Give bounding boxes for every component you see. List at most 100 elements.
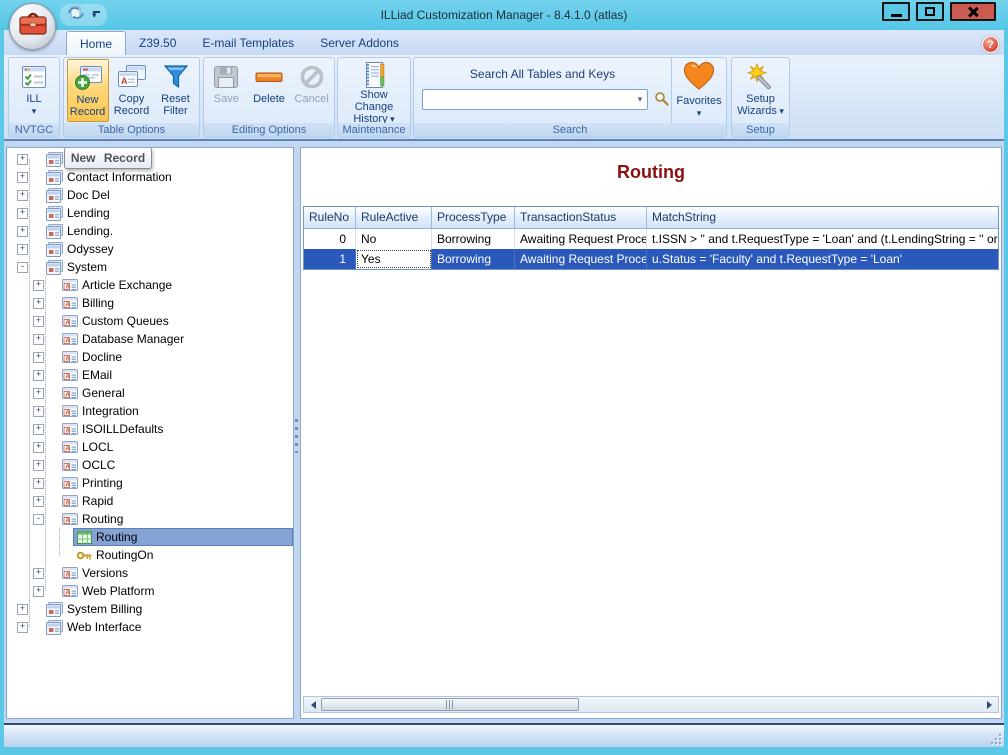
table-cell[interactable]: 1 bbox=[304, 249, 356, 269]
tree-item-body[interactable]: Lending bbox=[43, 204, 293, 222]
new-record-button[interactable]: New Record bbox=[67, 59, 109, 122]
expand-toggle[interactable]: + bbox=[17, 622, 28, 633]
table-cell[interactable]: Borrowing bbox=[432, 229, 515, 249]
tree-item-body[interactable]: AIntegration bbox=[59, 402, 293, 420]
close-button[interactable] bbox=[950, 2, 996, 21]
tree-item-docline[interactable]: +ADocline bbox=[7, 348, 293, 366]
delete-button[interactable]: Delete bbox=[249, 59, 290, 122]
tree-item-isoilldefaults[interactable]: +AISOILLDefaults bbox=[7, 420, 293, 438]
tree-item-versions[interactable]: + AVersions bbox=[7, 564, 293, 582]
tree-item-body[interactable]: ACustom Queues bbox=[59, 312, 293, 330]
customize-qat-dropdown-icon[interactable] bbox=[92, 10, 101, 20]
tree-item-body[interactable]: RoutingOn bbox=[73, 546, 293, 564]
table-cell[interactable]: t.ISSN > '' and t.RequestType = 'Loan' a… bbox=[647, 229, 999, 249]
table-row[interactable]: 0NoBorrowingAwaiting Request Processingt… bbox=[304, 229, 999, 249]
tree-item-body[interactable]: Routing bbox=[73, 528, 293, 546]
tree-item-body[interactable]: ABilling bbox=[59, 294, 293, 312]
sync-icon[interactable] bbox=[66, 5, 86, 26]
collapse-toggle[interactable]: - bbox=[17, 262, 28, 273]
scroll-right-button[interactable] bbox=[982, 697, 998, 712]
tree-item-odyssey[interactable]: + Odyssey bbox=[7, 240, 293, 258]
expand-toggle[interactable]: + bbox=[17, 604, 28, 615]
tree-item-body[interactable]: AEMail bbox=[59, 366, 293, 384]
column-header-processtype[interactable]: ProcessType bbox=[432, 207, 515, 228]
show-change-history-button[interactable]: Show Change History bbox=[340, 59, 408, 122]
tree-item-contact-information[interactable]: + Contact Information bbox=[7, 168, 293, 186]
tree-item-body[interactable]: AISOILLDefaults bbox=[59, 420, 293, 438]
help-button[interactable]: ? bbox=[982, 36, 999, 53]
tree-item-lending[interactable]: +Lending bbox=[7, 204, 293, 222]
tree-item-article-exchange[interactable]: + AArticle Exchange bbox=[7, 276, 293, 294]
tree-item-web-platform[interactable]: +AWeb Platform bbox=[7, 582, 293, 600]
resize-grip[interactable] bbox=[988, 731, 1001, 744]
tree-item-body[interactable]: ADocline bbox=[59, 348, 293, 366]
tree-item-body[interactable]: ARapid bbox=[59, 492, 293, 510]
expand-toggle[interactable]: + bbox=[33, 478, 44, 489]
tree-item-body[interactable]: Web Interface bbox=[43, 618, 293, 636]
copy-record-button[interactable]: A Copy Record bbox=[111, 59, 153, 122]
tree-item-body[interactable]: Doc Del bbox=[43, 186, 293, 204]
column-header-ruleno[interactable]: RuleNo bbox=[304, 207, 356, 228]
table-cell[interactable]: u.Status = 'Faculty' and t.RequestType =… bbox=[647, 249, 999, 269]
tree-item-billing[interactable]: + ABilling bbox=[7, 294, 293, 312]
tree-item-body[interactable]: APrinting bbox=[59, 474, 293, 492]
column-header-matchstring[interactable]: MatchString bbox=[647, 207, 999, 228]
tree-item-rapid[interactable]: +ARapid bbox=[7, 492, 293, 510]
column-header-ruleactive[interactable]: RuleActive bbox=[356, 207, 432, 228]
table-cell[interactable]: Awaiting Request Processing bbox=[515, 229, 647, 249]
tree-item-general[interactable]: +AGeneral bbox=[7, 384, 293, 402]
expand-toggle[interactable]: + bbox=[17, 172, 28, 183]
expand-toggle[interactable]: + bbox=[33, 334, 44, 345]
expand-toggle[interactable]: + bbox=[33, 298, 44, 309]
panel-splitter[interactable] bbox=[293, 141, 300, 723]
tree-item-body[interactable]: ARouting bbox=[59, 510, 293, 528]
tree-item-lending[interactable]: + Lending. bbox=[7, 222, 293, 240]
tree-item-body[interactable]: AVersions bbox=[59, 564, 293, 582]
expand-toggle[interactable]: + bbox=[33, 568, 44, 579]
save-button[interactable]: Save bbox=[206, 59, 247, 122]
expand-toggle[interactable]: + bbox=[33, 460, 44, 471]
expand-toggle[interactable]: + bbox=[17, 154, 28, 165]
table-cell[interactable]: Borrowing bbox=[432, 249, 515, 269]
tree-item-routing[interactable]: Routing bbox=[7, 528, 293, 546]
search-input[interactable] bbox=[423, 91, 633, 108]
tree-item-body[interactable]: ADatabase Manager bbox=[59, 330, 293, 348]
expand-toggle[interactable]: + bbox=[17, 190, 28, 201]
cancel-button[interactable]: Cancel bbox=[291, 59, 332, 122]
favorites-button[interactable]: Favorites bbox=[671, 58, 726, 123]
expand-toggle[interactable]: + bbox=[33, 370, 44, 381]
tree-item-routing[interactable]: -ARouting bbox=[7, 510, 293, 528]
tree-item-oclc[interactable]: +AOCLC bbox=[7, 456, 293, 474]
tree-item-body[interactable]: Lending. bbox=[43, 222, 293, 240]
application-menu-button[interactable] bbox=[9, 3, 56, 50]
expand-toggle[interactable]: + bbox=[17, 244, 28, 255]
tree-item-body[interactable]: System Billing bbox=[43, 600, 293, 618]
tree-item-body[interactable]: Contact Information bbox=[43, 168, 293, 186]
tree-item-web-interface[interactable]: + Web Interface bbox=[7, 618, 293, 636]
expand-toggle[interactable]: + bbox=[33, 442, 44, 453]
tree-item-system-billing[interactable]: + System Billing bbox=[7, 600, 293, 618]
search-icon[interactable] bbox=[654, 91, 669, 111]
tree-item-locl[interactable]: +ALOCL bbox=[7, 438, 293, 456]
tree-item-integration[interactable]: + AIntegration bbox=[7, 402, 293, 420]
tree-item-routingon[interactable]: RoutingOn bbox=[7, 546, 293, 564]
tab-email-templates[interactable]: E-mail Templates bbox=[189, 31, 307, 55]
horizontal-scrollbar[interactable] bbox=[303, 696, 999, 713]
column-header-transactionstatus[interactable]: TransactionStatus bbox=[515, 207, 647, 228]
reset-filter-button[interactable]: Reset Filter bbox=[155, 59, 197, 122]
expand-toggle[interactable]: + bbox=[33, 280, 44, 291]
tab-z3950[interactable]: Z39.50 bbox=[126, 31, 189, 55]
tree-item-body[interactable]: AArticle Exchange bbox=[59, 276, 293, 294]
tree-item-body[interactable]: AWeb Platform bbox=[59, 582, 293, 600]
expand-toggle[interactable]: + bbox=[33, 406, 44, 417]
tree-item-body[interactable]: System bbox=[43, 258, 293, 276]
maximize-button[interactable] bbox=[916, 2, 944, 21]
tree-item-email[interactable]: + AEMail bbox=[7, 366, 293, 384]
ill-button[interactable]: ILL bbox=[13, 59, 55, 122]
tab-server-addons[interactable]: Server Addons bbox=[307, 31, 412, 55]
expand-toggle[interactable]: + bbox=[33, 388, 44, 399]
search-dropdown-icon[interactable]: ▾ bbox=[633, 94, 647, 105]
expand-toggle[interactable]: + bbox=[17, 226, 28, 237]
tree-item-body[interactable]: Odyssey bbox=[43, 240, 293, 258]
cell-editor[interactable]: Yes bbox=[356, 249, 432, 269]
